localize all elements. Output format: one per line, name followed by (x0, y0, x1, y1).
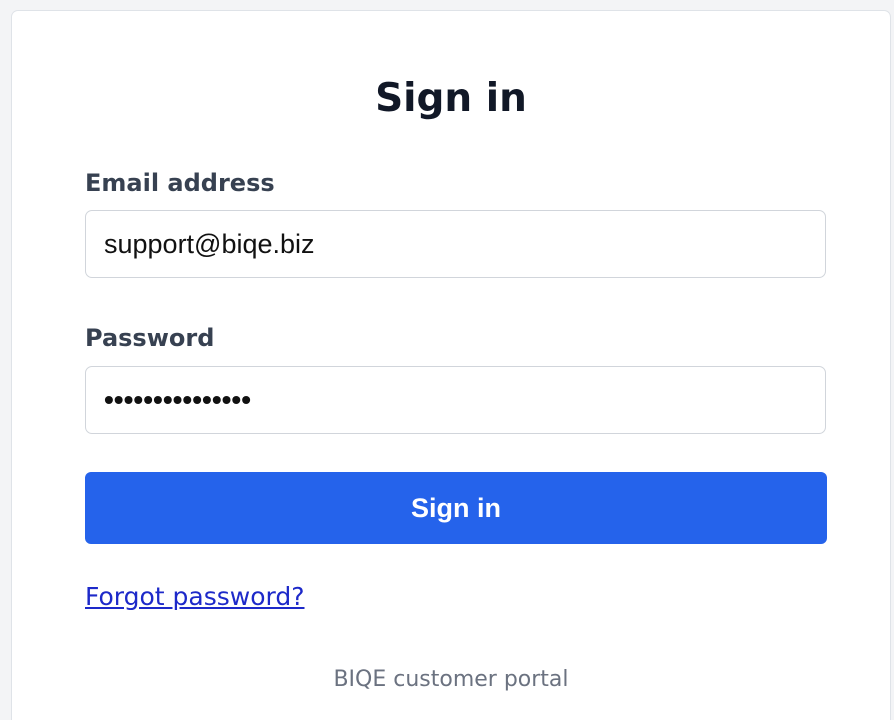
sign-in-button[interactable]: Sign in (85, 472, 827, 544)
password-field[interactable]: ••••••••••••••• (85, 366, 826, 434)
sign-in-card: Sign in Email address support@biqe.biz P… (11, 10, 891, 720)
page: Sign in Email address support@biqe.biz P… (0, 0, 894, 720)
footer-text: BIQE customer portal (333, 667, 569, 692)
email-label: Email address (85, 169, 275, 197)
forgot-password-link[interactable]: Forgot password? (85, 582, 305, 612)
password-label: Password (85, 324, 215, 352)
page-title: Sign in (375, 76, 527, 121)
password-value: ••••••••••••••• (104, 384, 252, 415)
email-field[interactable]: support@biqe.biz (85, 210, 826, 278)
email-value: support@biqe.biz (104, 228, 315, 259)
